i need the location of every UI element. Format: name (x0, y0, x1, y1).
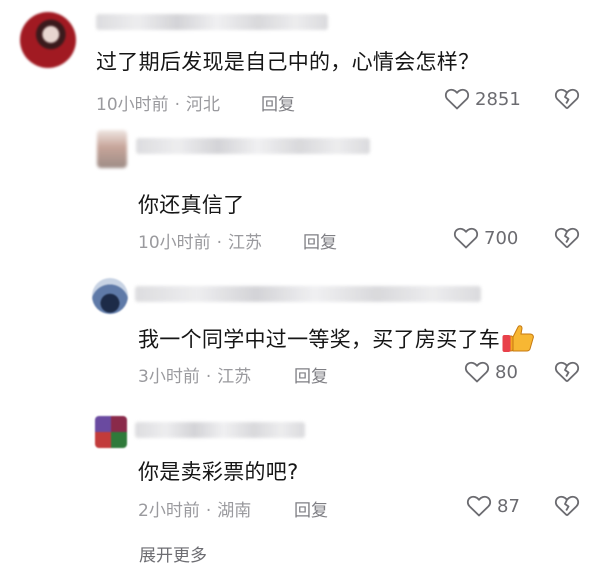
comment-location: 江苏 (228, 233, 263, 253)
like-count: 700 (484, 227, 519, 249)
comment-item: 过了期后发现是自己中的，心情会怎样？ 10小时前 · 河北 回复 2851 (0, 0, 600, 120)
dislike-button[interactable] (554, 226, 580, 254)
reply-button[interactable]: 回复 (294, 362, 328, 387)
comment-time: 10小时前 (96, 95, 169, 115)
comment-time: 2小时前 (138, 501, 200, 521)
broken-heart-icon (554, 495, 580, 517)
comment-time: 3小时前 (138, 367, 200, 387)
comment-text: 你是卖彩票的吧? (138, 460, 299, 484)
reply-item: 我一个同学中过一等奖，买了房买了车 3小时前 · 江苏 回复 80 (0, 260, 600, 400)
avatar[interactable] (97, 130, 127, 168)
heart-icon (444, 88, 470, 110)
username-blurred[interactable] (135, 286, 481, 302)
comment-text: 过了期后发现是自己中的，心情会怎样？ (96, 50, 480, 74)
reply-button[interactable]: 回复 (294, 496, 328, 521)
avatar[interactable] (20, 12, 76, 68)
comment-meta: 10小时前 · 江苏 (138, 228, 262, 253)
username-blurred[interactable] (135, 422, 305, 438)
like-button[interactable]: 87 (466, 494, 520, 518)
comment-meta: 10小时前 · 河北 (96, 90, 220, 115)
comment-text: 我一个同学中过一等奖，买了房买了车 (138, 322, 536, 359)
heart-icon (453, 227, 479, 249)
reply-item: 你还真信了 10小时前 · 江苏 回复 700 (0, 120, 600, 260)
username-blurred[interactable] (96, 14, 328, 30)
like-button[interactable]: 2851 (444, 87, 521, 111)
broken-heart-icon (554, 361, 580, 383)
reply-button[interactable]: 回复 (303, 228, 337, 253)
dislike-button[interactable] (554, 360, 580, 388)
broken-heart-icon (554, 88, 580, 110)
reply-item: 你是卖彩票的吧? 2小时前 · 湖南 回复 87 (0, 400, 600, 535)
avatar[interactable] (95, 416, 127, 448)
comment-location: 江苏 (217, 367, 252, 387)
heart-icon (466, 495, 492, 517)
reply-button[interactable]: 回复 (261, 90, 295, 115)
dislike-button[interactable] (554, 494, 580, 522)
expand-more-link[interactable]: 展开更多 (139, 541, 207, 566)
heart-icon (464, 361, 490, 383)
comment-location: 湖南 (217, 501, 252, 521)
thumbs-up-icon (502, 322, 536, 359)
like-count: 87 (497, 495, 520, 517)
like-count: 80 (495, 361, 518, 383)
dislike-button[interactable] (554, 87, 580, 115)
meta-separator: · (216, 233, 223, 253)
meta-separator: · (174, 95, 181, 115)
username-blurred[interactable] (136, 138, 370, 154)
like-count: 2851 (475, 88, 521, 110)
comment-text: 你还真信了 (138, 193, 245, 217)
like-button[interactable]: 80 (464, 360, 518, 384)
broken-heart-icon (554, 227, 580, 249)
comment-text-content: 我一个同学中过一等奖，买了房买了车 (138, 327, 501, 352)
comment-meta: 3小时前 · 江苏 (138, 362, 251, 387)
meta-separator: · (205, 367, 212, 387)
meta-separator: · (205, 501, 212, 521)
comment-meta: 2小时前 · 湖南 (138, 496, 251, 521)
comment-time: 10小时前 (138, 233, 211, 253)
comment-location: 河北 (186, 95, 221, 115)
avatar[interactable] (92, 278, 128, 314)
like-button[interactable]: 700 (453, 226, 518, 250)
